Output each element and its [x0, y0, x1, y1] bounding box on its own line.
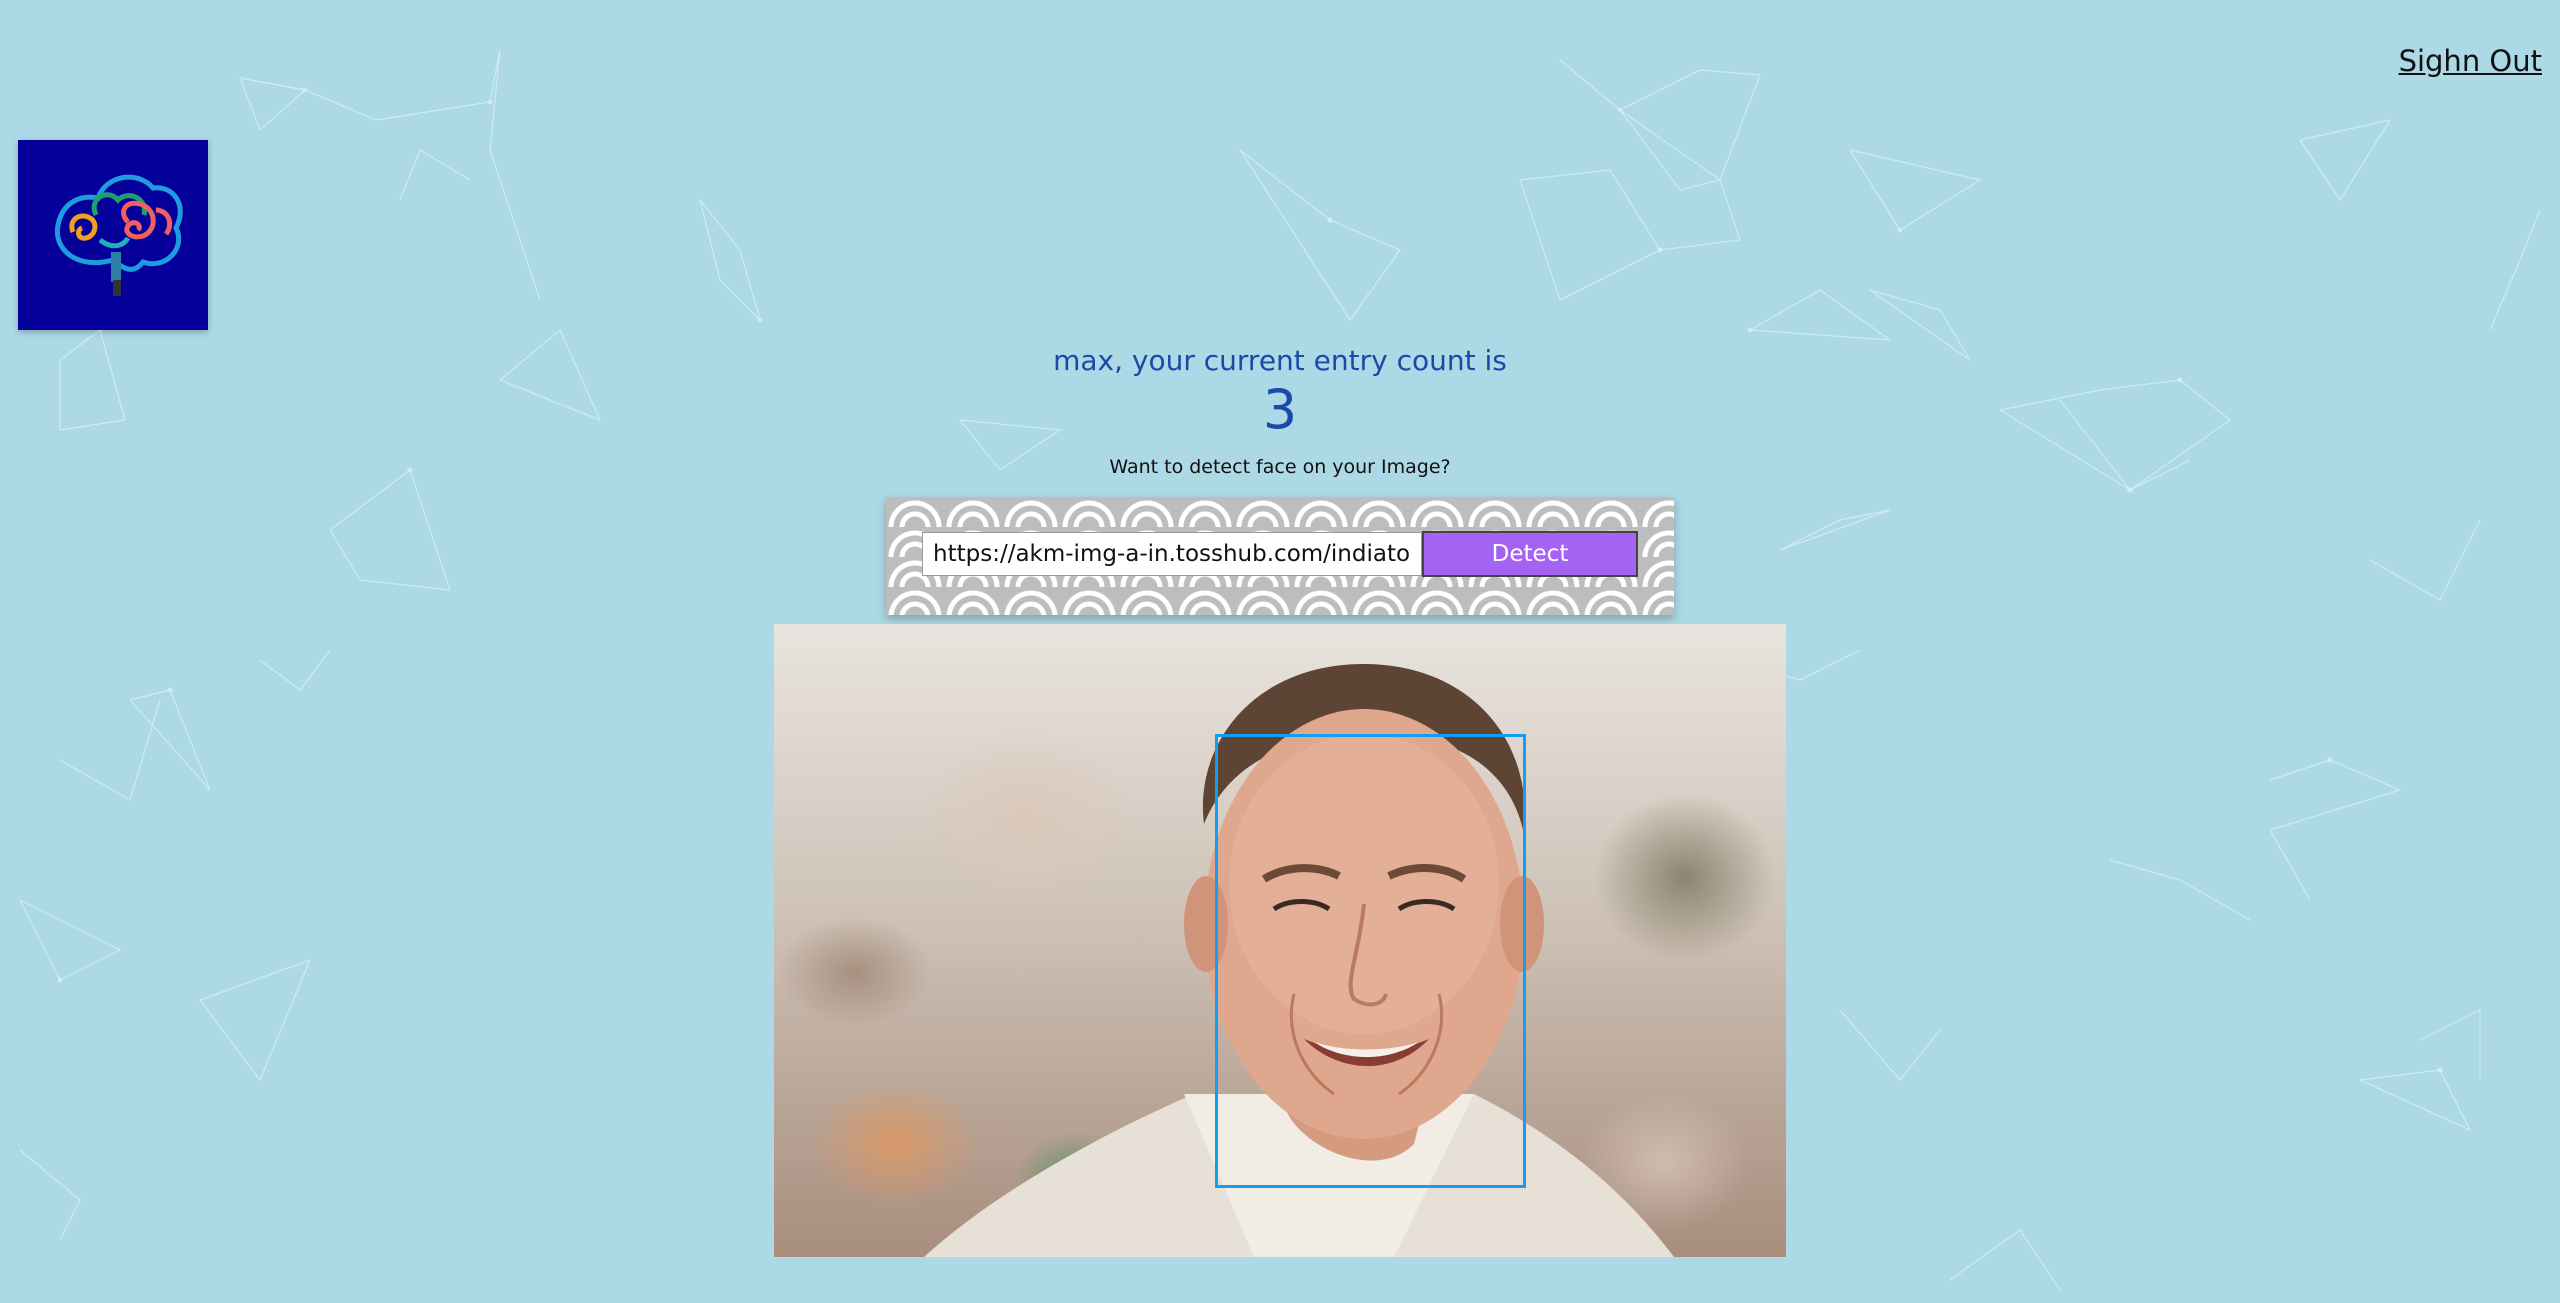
detected-image — [774, 624, 1786, 1257]
entry-count-value: 3 — [1262, 378, 1298, 441]
app-logo — [18, 140, 208, 330]
image-url-form: Detect — [886, 497, 1674, 615]
brain-icon — [54, 174, 183, 296]
page: Sighn Out max, your current entry count … — [0, 0, 2560, 1303]
face-bounding-box — [1215, 734, 1526, 1188]
entry-count-greeting: max, your current entry count is — [1053, 344, 1507, 377]
image-url-input[interactable] — [922, 532, 1422, 576]
sign-out-link[interactable]: Sighn Out — [2399, 44, 2542, 78]
detect-button[interactable]: Detect — [1422, 531, 1638, 577]
detect-prompt: Want to detect face on your Image? — [1109, 456, 1451, 478]
